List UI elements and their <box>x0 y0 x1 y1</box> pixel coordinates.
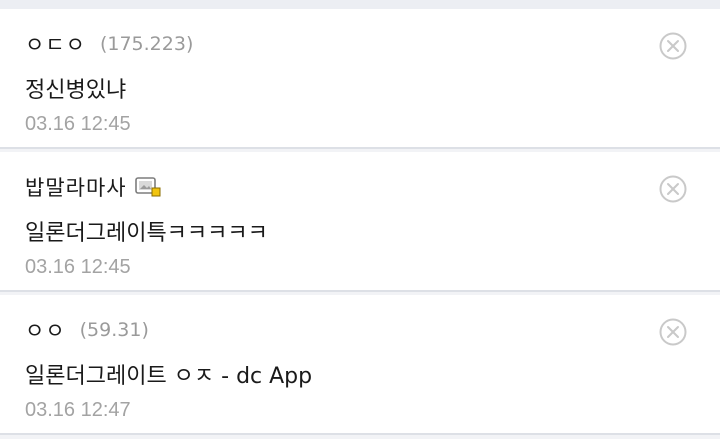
comment-nickname[interactable]: ㅇㅇ <box>25 315 66 345</box>
comment-divider <box>0 290 720 292</box>
comment-text: 정신병있냐 <box>25 78 127 103</box>
top-strip <box>0 0 720 9</box>
comment-header: ㅇㄷㅇ (175.223) <box>25 31 193 57</box>
comment-ip: (175.223) <box>99 33 194 55</box>
comment-item: ㅇㅇ (59.31) 일론더그레이트 ㅇㅈ - dc App 03.16 12:… <box>0 295 720 435</box>
comment-nickname[interactable]: 밥말라마사 <box>25 172 127 202</box>
fixed-nickname-gallery-icon <box>134 176 161 198</box>
comment-item: ㅇㄷㅇ (175.223) 정신병있냐 03.16 12:45 <box>0 9 720 149</box>
comment-nickname[interactable]: ㅇㄷㅇ <box>25 29 86 59</box>
close-circle-icon <box>659 175 687 203</box>
comment-divider <box>0 433 720 435</box>
comment-list: ㅇㄷㅇ (175.223) 정신병있냐 03.16 12:45 밥말라마사 일론… <box>0 9 720 435</box>
comment-item: 밥말라마사 일론더그레이특ㅋㅋㅋㅋㅋ 03.16 12:45 <box>0 152 720 292</box>
comment-ip: (59.31) <box>79 319 149 341</box>
close-circle-icon <box>659 32 687 60</box>
delete-comment-button[interactable] <box>658 317 688 347</box>
comment-timestamp: 03.16 12:45 <box>25 256 131 278</box>
comment-divider <box>0 147 720 149</box>
comment-header: ㅇㅇ (59.31) <box>25 317 149 343</box>
close-circle-icon <box>659 318 687 346</box>
comment-timestamp: 03.16 12:47 <box>25 399 131 421</box>
delete-comment-button[interactable] <box>658 174 688 204</box>
comment-header: 밥말라마사 <box>25 174 161 200</box>
comment-text: 일론더그레이트 ㅇㅈ - dc App <box>25 364 313 389</box>
comment-text: 일론더그레이특ㅋㅋㅋㅋㅋ <box>25 221 268 246</box>
delete-comment-button[interactable] <box>658 31 688 61</box>
comment-timestamp: 03.16 12:45 <box>25 113 131 135</box>
